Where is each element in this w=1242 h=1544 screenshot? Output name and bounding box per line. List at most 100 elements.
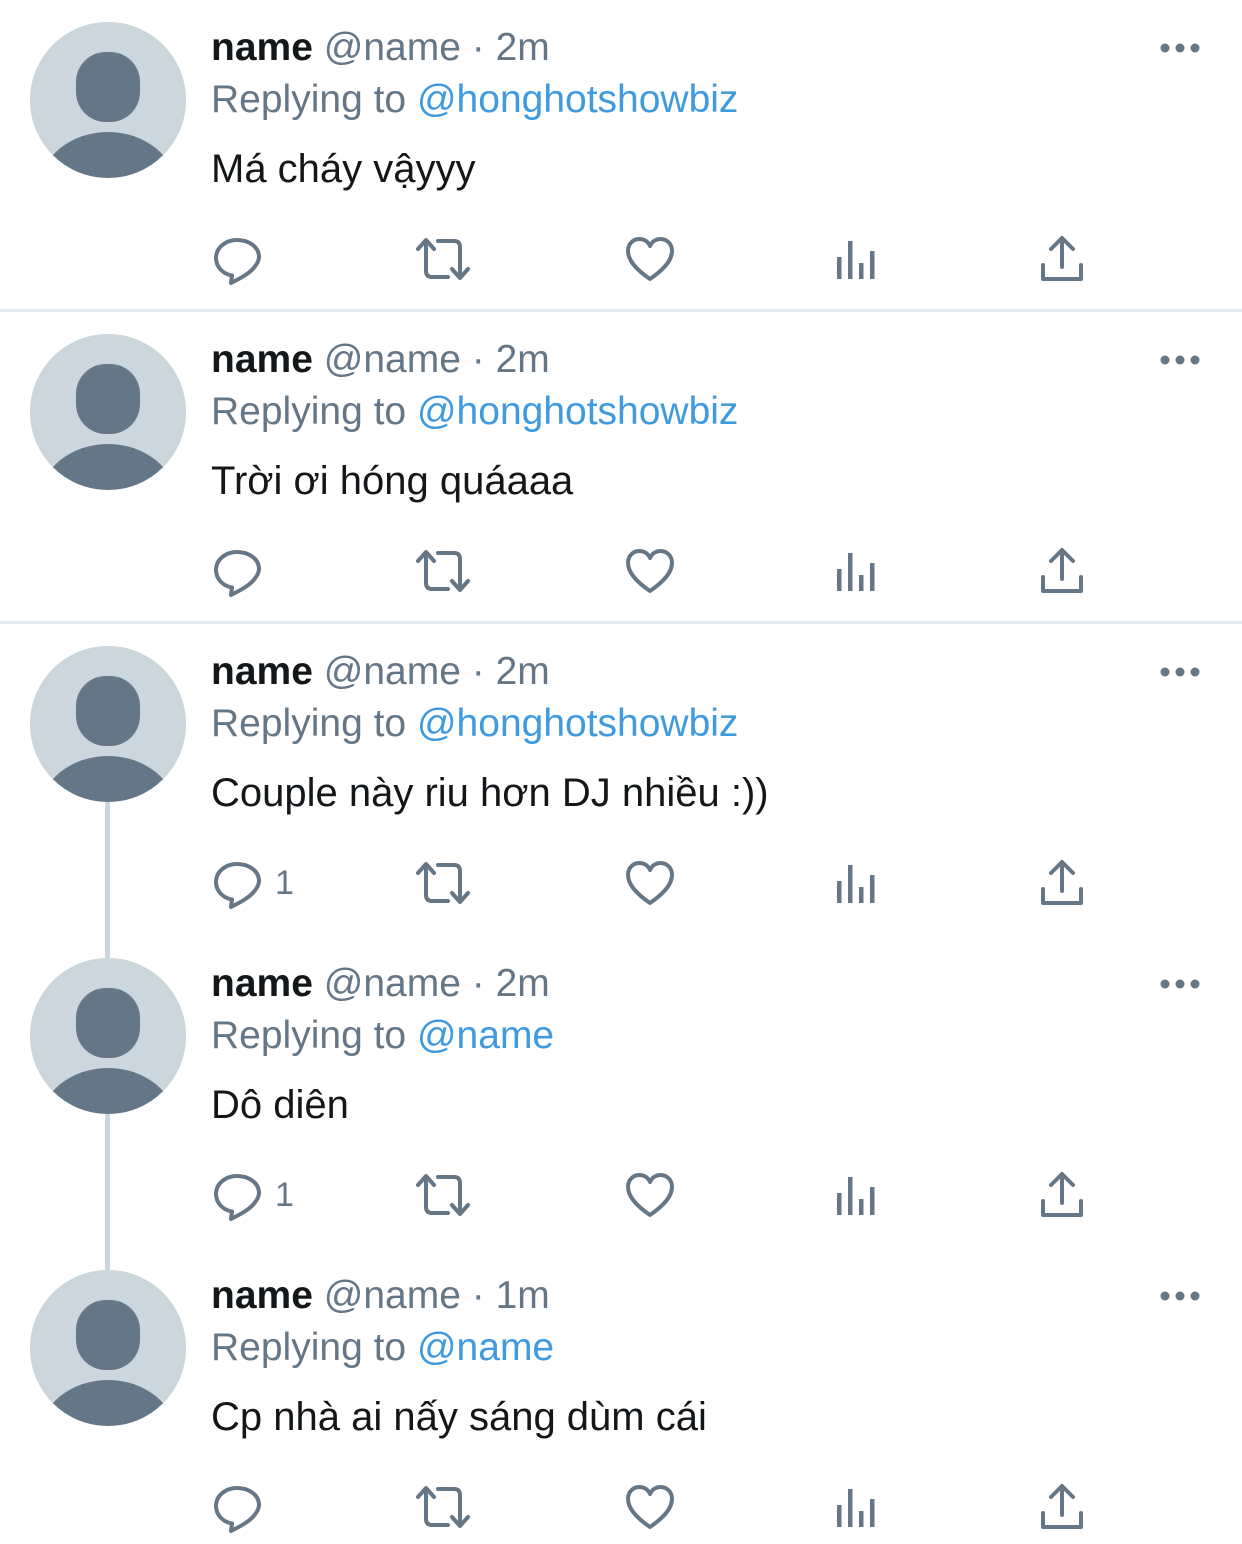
more-options-button[interactable] [1152, 30, 1208, 66]
tweet-header: name @name · 2m [211, 648, 550, 696]
handle[interactable]: @name [324, 962, 461, 1005]
analytics-button[interactable] [831, 1478, 881, 1536]
share-upload-icon [1041, 548, 1083, 593]
tweet[interactable]: name @name · 2m Replying to @name Dô diê… [0, 936, 1242, 1248]
share-upload-icon [1041, 860, 1083, 905]
bar-chart-icon [837, 1489, 875, 1527]
retweet-arrows-icon [416, 550, 470, 592]
timestamp[interactable]: 2m [496, 26, 550, 69]
share-button[interactable] [1037, 1478, 1087, 1536]
mention-link[interactable]: @honghotshowbiz [417, 78, 738, 121]
reply-button[interactable] [211, 542, 275, 600]
separator: · [471, 1274, 485, 1317]
reply-button[interactable]: 1 [211, 854, 294, 912]
heart-icon [626, 1173, 674, 1217]
retweet-button[interactable] [412, 1478, 474, 1536]
handle[interactable]: @name [324, 26, 461, 69]
share-upload-icon [1041, 1172, 1083, 1217]
tweet-text: Dô diên [211, 1083, 349, 1127]
replying-to: Replying to @honghotshowbiz [211, 700, 738, 748]
avatar[interactable] [30, 958, 186, 1114]
reply-button[interactable] [211, 1478, 275, 1536]
tweet[interactable]: name @name · 2m Replying to @honghotshow… [0, 0, 1242, 312]
handle[interactable]: @name [324, 1274, 461, 1317]
retweet-arrows-icon [416, 238, 470, 280]
tweet-header: name @name · 2m [211, 336, 550, 384]
thread-connector-line [105, 1248, 110, 1270]
tweet-text: Couple này riu hơn DJ nhiều :)) [211, 771, 769, 815]
analytics-button[interactable] [831, 230, 881, 288]
reply-button[interactable]: 1 [211, 1166, 294, 1224]
default-avatar-icon [30, 958, 186, 1114]
analytics-button[interactable] [831, 542, 881, 600]
mention-link[interactable]: @name [417, 1326, 554, 1369]
speech-bubble-icon [214, 550, 261, 597]
tweet[interactable]: name @name · 2m Replying to @honghotshow… [0, 312, 1242, 624]
more-options-button[interactable] [1152, 966, 1208, 1002]
retweet-button[interactable] [412, 230, 474, 288]
replying-to-label: Replying to [211, 1014, 407, 1057]
display-name[interactable]: name [211, 338, 313, 381]
more-options-button[interactable] [1152, 654, 1208, 690]
ellipsis-icon [1160, 355, 1200, 365]
tweet[interactable]: name @name · 1m Replying to @name Cp nhà… [0, 1248, 1242, 1544]
display-name[interactable]: name [211, 650, 313, 693]
retweet-button[interactable] [412, 854, 474, 912]
more-options-button[interactable] [1152, 342, 1208, 378]
default-avatar-icon [30, 22, 186, 178]
like-button[interactable] [623, 230, 677, 288]
mention-link[interactable]: @honghotshowbiz [417, 702, 738, 745]
mention-link[interactable]: @name [417, 1014, 554, 1057]
share-button[interactable] [1037, 542, 1087, 600]
more-options-button[interactable] [1152, 1278, 1208, 1314]
display-name[interactable]: name [211, 1274, 313, 1317]
retweet-arrows-icon [416, 1174, 470, 1216]
like-button[interactable] [623, 1166, 677, 1224]
avatar[interactable] [30, 1270, 186, 1426]
share-button[interactable] [1037, 1166, 1087, 1224]
timestamp[interactable]: 2m [496, 338, 550, 381]
bar-chart-icon [837, 1177, 875, 1215]
timestamp[interactable]: 2m [496, 650, 550, 693]
like-button[interactable] [623, 854, 677, 912]
like-button[interactable] [623, 1478, 677, 1536]
speech-bubble-icon [214, 1174, 261, 1221]
mention-link[interactable]: @honghotshowbiz [417, 390, 738, 433]
avatar[interactable] [30, 22, 186, 178]
timestamp[interactable]: 2m [496, 962, 550, 1005]
bar-chart-icon [837, 865, 875, 903]
replying-to: Replying to @honghotshowbiz [211, 388, 738, 436]
display-name[interactable]: name [211, 26, 313, 69]
like-button[interactable] [623, 542, 677, 600]
handle[interactable]: @name [324, 338, 461, 381]
speech-bubble-icon [214, 862, 261, 909]
tweet[interactable]: name @name · 2m Replying to @honghotshow… [0, 624, 1242, 936]
replying-to: Replying to @honghotshowbiz [211, 76, 738, 124]
handle[interactable]: @name [324, 650, 461, 693]
default-avatar-icon [30, 646, 186, 802]
analytics-button[interactable] [831, 854, 881, 912]
share-button[interactable] [1037, 230, 1087, 288]
timestamp[interactable]: 1m [496, 1274, 550, 1317]
display-name[interactable]: name [211, 962, 313, 1005]
reply-button[interactable] [211, 230, 275, 288]
share-upload-icon [1041, 1484, 1083, 1529]
heart-icon [626, 549, 674, 593]
retweet-button[interactable] [412, 542, 474, 600]
thread-connector-line [105, 802, 110, 936]
bar-chart-icon [837, 553, 875, 591]
tweet-text: Trời ơi hóng quáaaa [211, 459, 574, 503]
analytics-button[interactable] [831, 1166, 881, 1224]
ellipsis-icon [1160, 43, 1200, 53]
ellipsis-icon [1160, 667, 1200, 677]
separator: · [471, 962, 485, 1005]
avatar[interactable] [30, 334, 186, 490]
retweet-button[interactable] [412, 1166, 474, 1224]
reply-count: 1 [275, 1176, 294, 1214]
separator: · [471, 26, 485, 69]
share-button[interactable] [1037, 854, 1087, 912]
tweet-text: Cp nhà ai nấy sáng dùm cái [211, 1395, 707, 1439]
avatar[interactable] [30, 646, 186, 802]
thread-connector-line [105, 936, 110, 958]
heart-icon [626, 237, 674, 281]
